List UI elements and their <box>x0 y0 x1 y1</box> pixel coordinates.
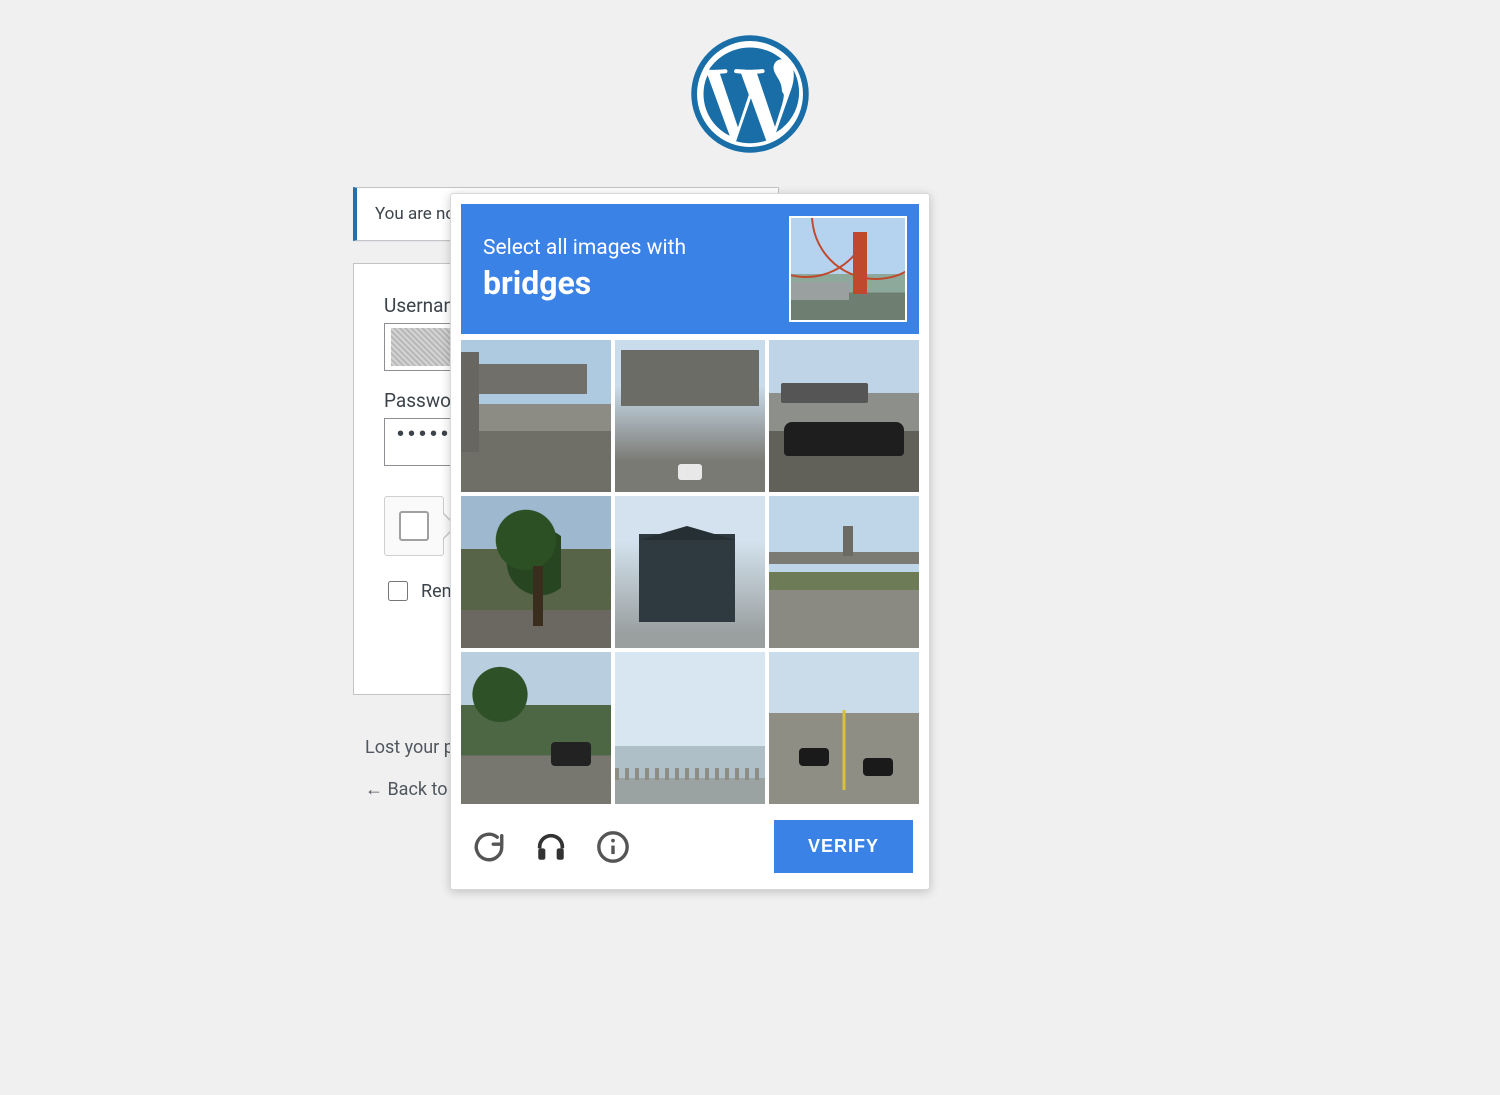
reload-icon[interactable] <box>471 829 507 865</box>
recaptcha-prompt-line: Select all images with <box>483 236 686 260</box>
recaptcha-tile[interactable] <box>461 652 611 804</box>
recaptcha-checkbox[interactable] <box>399 511 429 541</box>
wordpress-logo <box>691 35 809 157</box>
recaptcha-tile[interactable] <box>615 340 765 492</box>
recaptcha-header: Select all images with bridges <box>461 204 919 334</box>
recaptcha-footer: VERIFY <box>461 804 919 889</box>
info-icon[interactable] <box>595 829 631 865</box>
recaptcha-prompt-keyword: bridges <box>483 264 686 302</box>
recaptcha-example-image <box>789 216 907 322</box>
remember-me-checkbox[interactable] <box>388 581 408 601</box>
recaptcha-image-grid <box>461 340 919 804</box>
recaptcha-tile[interactable] <box>769 340 919 492</box>
headphones-icon[interactable] <box>533 829 569 865</box>
recaptcha-tile[interactable] <box>461 496 611 648</box>
recaptcha-challenge: Select all images with bridges <box>450 193 930 890</box>
verify-button[interactable]: VERIFY <box>774 820 913 873</box>
recaptcha-tile[interactable] <box>769 496 919 648</box>
recaptcha-tile[interactable] <box>615 496 765 648</box>
recaptcha-tile[interactable] <box>769 652 919 804</box>
recaptcha-anchor[interactable] <box>384 496 444 556</box>
recaptcha-tile[interactable] <box>615 652 765 804</box>
recaptcha-tile[interactable] <box>461 340 611 492</box>
